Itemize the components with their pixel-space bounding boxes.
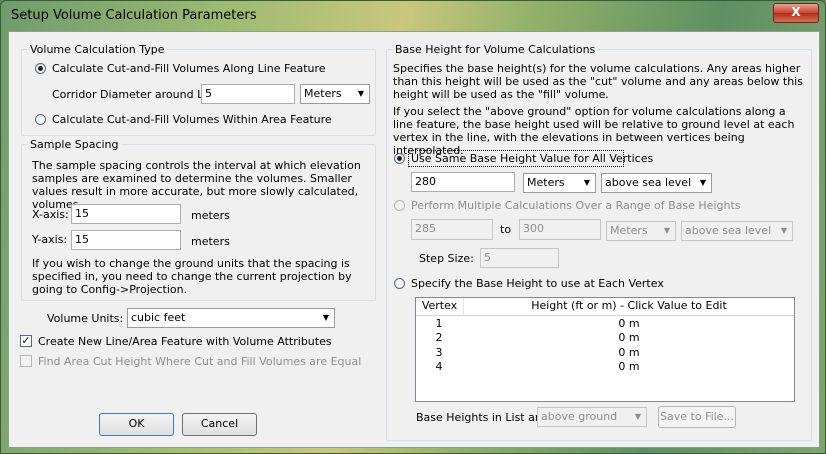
chevron-down-icon: ▼ (322, 313, 330, 322)
range-to-input[interactable]: 300 (519, 219, 601, 240)
dialog-window: Setup Volume Calculation Parameters X Vo… (0, 0, 826, 454)
radio-line-feature[interactable] (35, 63, 46, 74)
ok-button[interactable]: OK (99, 413, 174, 436)
window-title: Setup Volume Calculation Parameters (11, 8, 257, 23)
y-axis-input[interactable]: 15 (71, 230, 181, 250)
column-header-height[interactable]: Height (ft or m) - Click Value to Edit (464, 298, 794, 315)
x-axis-input[interactable]: 15 (71, 204, 181, 224)
chevron-down-icon: ▼ (634, 412, 642, 421)
same-height-reference-value: above sea level (605, 176, 692, 189)
dialog-client-area: Volume Calculation Type Calculate Cut-an… (8, 31, 820, 448)
group-title: Sample Spacing (28, 138, 121, 151)
range-to-label: to (500, 223, 512, 236)
radio-same-height[interactable] (394, 153, 405, 164)
range-units-value: Meters (610, 224, 648, 237)
table-cell-vertex: 3 (435, 346, 443, 359)
cancel-button[interactable]: Cancel (182, 413, 257, 436)
list-reference-label: Base Heights in List are (416, 411, 546, 424)
create-feature-checkbox[interactable]: ✓ (20, 335, 32, 347)
save-to-file-button[interactable]: Save to File... (658, 406, 736, 428)
same-height-reference-select[interactable]: above sea level ▼ (601, 173, 712, 193)
x-axis-units: meters (191, 209, 230, 222)
base-height-description: Specifies the base height(s) for the vol… (393, 62, 803, 101)
list-reference-select[interactable]: above ground ▼ (537, 407, 647, 427)
radio-multiple-heights[interactable] (394, 200, 405, 211)
list-reference-value: above ground (541, 410, 618, 423)
chevron-down-icon: ▼ (699, 178, 707, 187)
range-units-select[interactable]: Meters ▼ (606, 221, 676, 241)
volume-units-value: cubic feet (131, 311, 186, 324)
y-axis-units: meters (191, 235, 230, 248)
table-cell-height[interactable]: 0 m (464, 317, 794, 331)
table-cell-height[interactable]: 0 m (464, 346, 794, 360)
create-feature-label: Create New Line/Area Feature with Volume… (38, 335, 332, 348)
table-cell-height[interactable]: 0 m (464, 360, 794, 374)
corridor-label: Corridor Diameter around Line: (52, 88, 224, 101)
projection-note: If you wish to change the ground units t… (32, 257, 352, 296)
corridor-units-select[interactable]: Meters ▼ (300, 84, 370, 104)
corridor-units-value: Meters (304, 87, 342, 100)
title-bar[interactable]: Setup Volume Calculation Parameters X (1, 1, 825, 31)
close-button[interactable]: X (773, 3, 819, 23)
radio-each-vertex[interactable] (394, 278, 405, 289)
find-height-label: Find Area Cut Height Where Cut and Fill … (38, 355, 362, 368)
range-reference-select[interactable]: above sea level ▼ (681, 221, 793, 241)
group-title: Base Height for Volume Calculations (393, 43, 598, 56)
volume-units-select[interactable]: cubic feet ▼ (127, 308, 335, 328)
radio-each-vertex-label: Specify the Base Height to use at Each V… (411, 277, 664, 290)
table-cell-height[interactable]: 0 m (464, 331, 794, 345)
table-cell-vertex: 1 (435, 317, 443, 330)
step-size-input[interactable]: 5 (480, 248, 559, 268)
chevron-down-icon: ▼ (357, 89, 365, 98)
chevron-down-icon: ▼ (780, 226, 788, 235)
find-height-checkbox[interactable] (20, 355, 32, 367)
group-title: Volume Calculation Type (28, 43, 167, 56)
radio-line-feature-label: Calculate Cut-and-Fill Volumes Along Lin… (52, 62, 326, 75)
table-cell-vertex: 2 (435, 331, 443, 344)
step-size-label: Step Size: (419, 252, 474, 265)
range-reference-value: above sea level (685, 224, 772, 237)
chevron-down-icon: ▼ (583, 178, 591, 187)
x-axis-label: X-axis: (32, 208, 69, 221)
corridor-diameter-input[interactable]: 5 (201, 84, 295, 104)
table-cell-vertex: 4 (435, 360, 443, 373)
vertex-height-table[interactable]: Vertex Height (ft or m) - Click Value to… (415, 297, 795, 402)
chevron-down-icon: ▼ (663, 226, 671, 235)
radio-area-feature[interactable] (35, 114, 46, 125)
same-height-input[interactable]: 280 (411, 172, 515, 192)
table-header: Vertex Height (ft or m) - Click Value to… (416, 298, 794, 316)
close-icon: X (791, 5, 801, 19)
same-height-units-value: Meters (527, 176, 565, 189)
radio-area-feature-label: Calculate Cut-and-Fill Volumes Within Ar… (52, 113, 332, 126)
column-header-vertex[interactable]: Vertex (416, 298, 464, 315)
volume-units-label: Volume Units: (47, 312, 124, 325)
y-axis-label: Y-axis: (32, 233, 68, 246)
same-height-units-select[interactable]: Meters ▼ (523, 173, 596, 193)
radio-same-height-label: Use Same Base Height Value for All Verti… (411, 152, 654, 165)
range-from-input[interactable]: 285 (411, 219, 493, 240)
radio-multiple-heights-label: Perform Multiple Calculations Over a Ran… (411, 199, 741, 212)
